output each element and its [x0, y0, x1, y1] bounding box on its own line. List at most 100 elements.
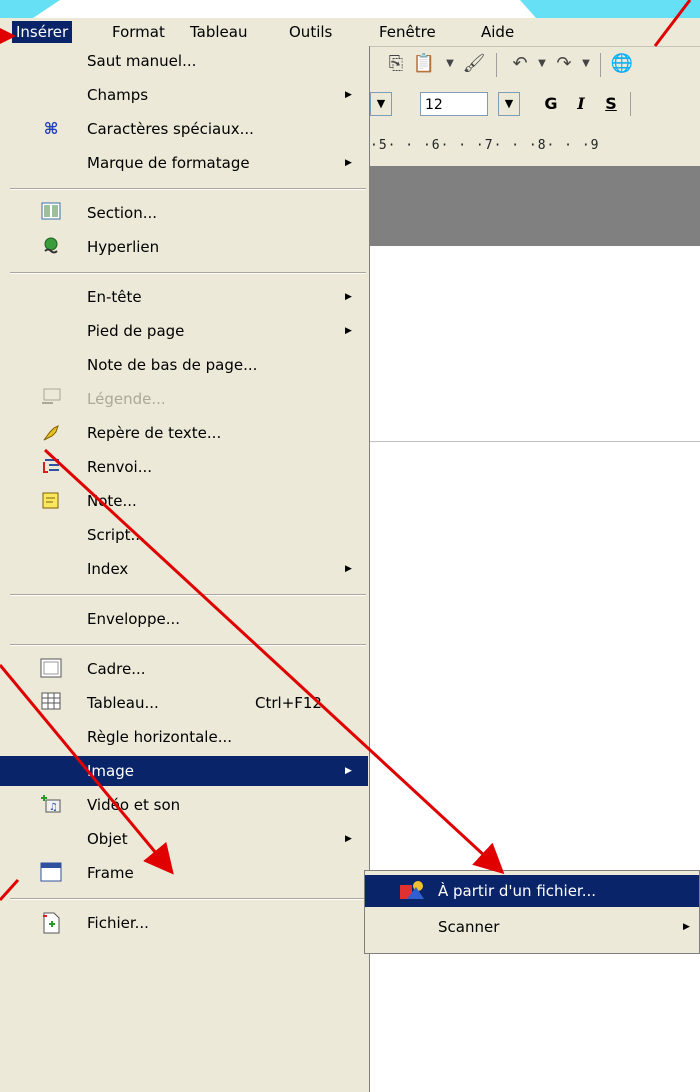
image-from-file-icon [399, 879, 425, 903]
copy-icon[interactable]: ⎘ [384, 52, 408, 76]
submenu-item-label: Scanner [438, 918, 500, 936]
menu-item-label: En-tête [87, 288, 142, 306]
chevron-down-icon[interactable]: ▼ [530, 52, 554, 76]
submenu-item-label: À partir d'un fichier... [438, 882, 597, 900]
menu-item-image[interactable]: Image ▶ [0, 756, 368, 786]
menu-window[interactable]: Fenêtre [375, 21, 440, 43]
font-size-dropdown-button[interactable]: ▼ [498, 92, 520, 116]
image-submenu: À partir d'un fichier... Scanner ▶ [364, 870, 700, 954]
submenu-item-from-file[interactable]: À partir d'un fichier... [365, 875, 699, 907]
menu-item-header[interactable]: En-tête ▶ [0, 282, 368, 312]
menu-item-label: Note... [87, 492, 137, 510]
menu-item-label: Marque de formatage [87, 154, 250, 172]
menu-item-label: Repère de texte... [87, 424, 222, 442]
cross-reference-icon [40, 456, 62, 478]
submenu-arrow-icon: ▶ [345, 564, 352, 574]
globe-icon[interactable]: 🌐 [610, 52, 634, 76]
menu-item-label: Renvoi... [87, 458, 153, 476]
menu-item-section[interactable]: Section... [0, 198, 368, 228]
menu-item-label: Image [87, 762, 134, 780]
horizontal-ruler[interactable]: ·5· · ·6· · ·7· · ·8· · ·9 [370, 126, 700, 166]
menu-item-label: Note de bas de page... [87, 356, 258, 374]
menu-item-hyperlink[interactable]: Hyperlien [0, 232, 368, 262]
menu-item-label: Vidéo et son [87, 796, 181, 814]
redo-icon[interactable]: ↷ [552, 52, 576, 76]
menu-table[interactable]: Tableau [186, 21, 252, 43]
menu-item-shortcut: Ctrl+F12 [255, 694, 322, 712]
menu-item-footnote[interactable]: Note de bas de page... [0, 350, 368, 380]
insert-menu-dropdown: Saut manuel... Champs ▶ ⌘ Caractères spé… [0, 46, 370, 1092]
menu-item-video-sound[interactable]: ♫ Vidéo et son [0, 790, 368, 820]
paste-icon[interactable]: 📋 [412, 52, 436, 76]
document-margin-area [370, 166, 700, 246]
menu-separator [10, 188, 366, 190]
menu-item-file[interactable]: Fichier... [0, 908, 368, 938]
menu-item-label: Champs [87, 86, 149, 104]
menu-item-label: Pied de page [87, 322, 185, 340]
menu-item-caption: Légende... [0, 384, 368, 414]
menu-item-label: Frame [87, 864, 134, 882]
menu-item-horizontal-rule[interactable]: Règle horizontale... [0, 722, 368, 752]
submenu-arrow-icon: ▶ [345, 766, 352, 776]
standard-toolbar: ⎘ 📋 ▼ 🖌 ↶ ▼ ↷ ▼ 🌐 [370, 46, 700, 84]
submenu-item-scanner[interactable]: Scanner ▶ [365, 911, 699, 943]
menu-item-envelope[interactable]: Enveloppe... [0, 604, 368, 634]
chevron-down-icon[interactable]: ▼ [438, 52, 462, 76]
font-name-dropdown-button[interactable]: ▼ [370, 92, 392, 116]
menu-format[interactable]: Format [108, 21, 169, 43]
menu-help[interactable]: Aide [477, 21, 518, 43]
menu-separator [10, 644, 366, 646]
menu-item-fields[interactable]: Champs ▶ [0, 80, 368, 110]
chevron-down-icon[interactable]: ▼ [574, 52, 598, 76]
menu-item-cross-reference[interactable]: Renvoi... [0, 452, 368, 482]
menu-item-label: Légende... [87, 390, 166, 408]
menu-item-label: Caractères spéciaux... [87, 120, 254, 138]
menu-item-label: Fichier... [87, 914, 149, 932]
frame-window-icon [40, 862, 62, 884]
menu-item-footer[interactable]: Pied de page ▶ [0, 316, 368, 346]
menu-item-table[interactable]: Tableau... Ctrl+F12 [0, 688, 368, 718]
menu-insert[interactable]: Insérer [12, 21, 73, 43]
underline-button[interactable]: S [600, 92, 622, 116]
menu-item-special-characters[interactable]: ⌘ Caractères spéciaux... [0, 114, 368, 144]
command-icon: ⌘ [43, 119, 59, 138]
hyperlink-globe-icon [40, 236, 62, 258]
menu-item-note[interactable]: Note... [0, 486, 368, 516]
menu-item-label: Saut manuel... [87, 52, 197, 70]
menu-item-label: Règle horizontale... [87, 728, 233, 746]
menu-tools[interactable]: Outils [285, 21, 336, 43]
menu-item-manual-break[interactable]: Saut manuel... [0, 46, 368, 76]
menu-separator [10, 898, 366, 900]
menu-item-label: Cadre... [87, 660, 146, 678]
menu-separator [10, 272, 366, 274]
menu-item-label: Objet [87, 830, 128, 848]
menu-item-frame[interactable]: Frame [0, 858, 368, 888]
menu-item-frame-box[interactable]: Cadre... [0, 654, 368, 684]
submenu-arrow-icon: ▶ [345, 834, 352, 844]
section-icon [40, 202, 62, 224]
menu-item-object[interactable]: Objet ▶ [0, 824, 368, 854]
video-sound-icon: ♫ [40, 794, 62, 816]
menu-item-label: Tableau... [87, 694, 159, 712]
submenu-arrow-icon: ▶ [683, 922, 690, 932]
menu-item-index[interactable]: Index ▶ [0, 554, 368, 584]
menu-item-formatting-mark[interactable]: Marque de formatage ▶ [0, 148, 368, 178]
note-icon [40, 490, 62, 512]
menu-item-label: Section... [87, 204, 158, 222]
menu-item-label: Hyperlien [87, 238, 160, 256]
document-page[interactable] [370, 246, 700, 1092]
font-size-input[interactable]: 12 [420, 92, 488, 116]
submenu-arrow-icon: ▶ [345, 158, 352, 168]
menu-item-label: Index [87, 560, 129, 578]
undo-icon[interactable]: ↶ [508, 52, 532, 76]
svg-text:♫: ♫ [49, 802, 58, 813]
menu-separator [10, 594, 366, 596]
bold-button[interactable]: G [540, 92, 562, 116]
menu-item-bookmark[interactable]: Repère de texte... [0, 418, 368, 448]
caption-icon [40, 388, 62, 410]
format-paintbrush-icon[interactable]: 🖌 [462, 52, 486, 76]
menu-item-script[interactable]: Script... [0, 520, 368, 550]
insert-file-icon [40, 912, 62, 934]
toolbar-separator [630, 92, 631, 116]
italic-button[interactable]: I [570, 92, 592, 116]
